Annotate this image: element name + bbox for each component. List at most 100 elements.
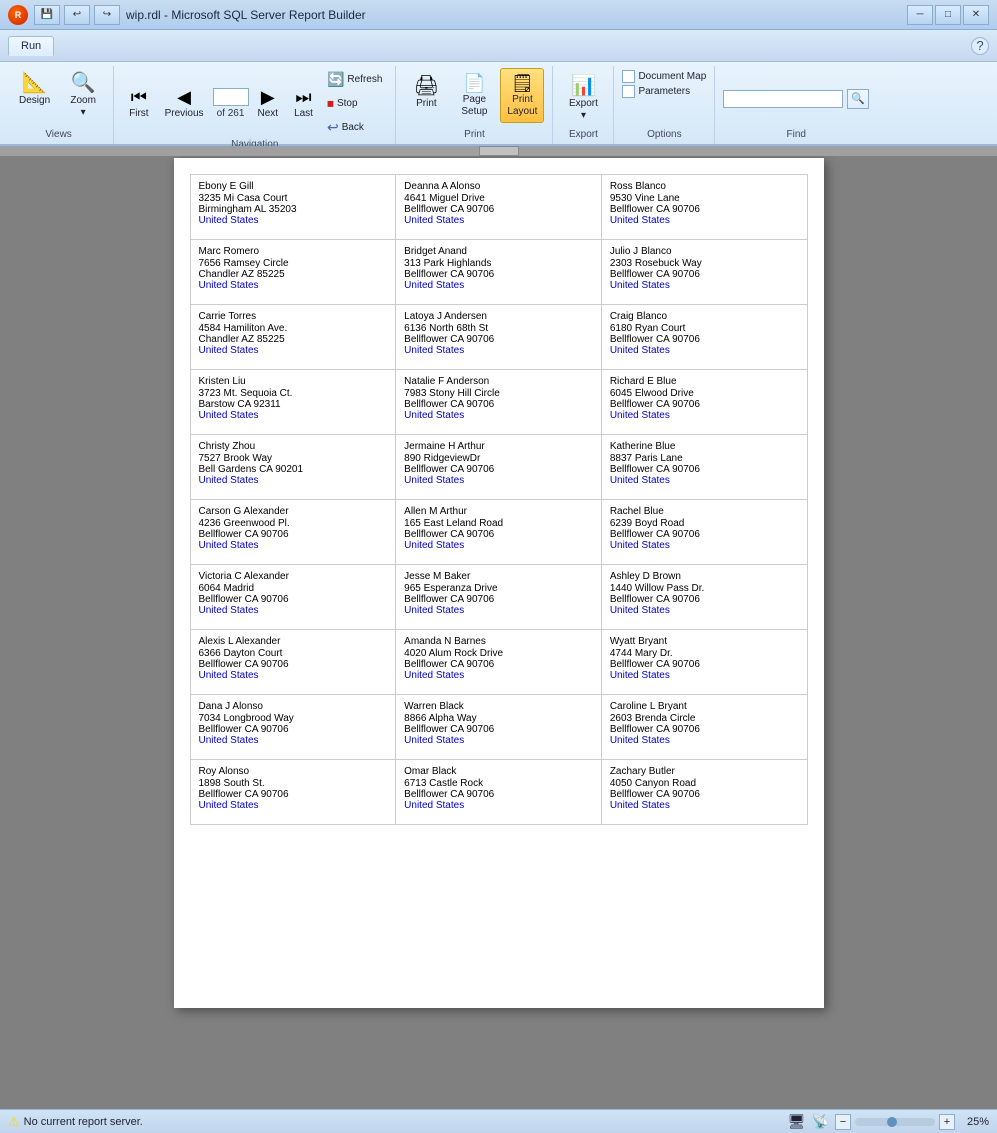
print-label: Print: [416, 98, 437, 110]
address-country: United States: [199, 800, 388, 811]
parameters-checkbox[interactable]: Parameters: [622, 85, 706, 98]
address-country: United States: [199, 280, 388, 291]
window-title: wip.rdl - Microsoft SQL Server Report Bu…: [126, 8, 366, 22]
address-country: United States: [610, 670, 799, 681]
address-cell: Christy Zhou 7527 Brook Way Bell Gardens…: [191, 435, 397, 500]
ribbon-group-export: 📊 Export▾ Export: [553, 66, 614, 144]
print-button[interactable]: 🖨 Print: [404, 68, 448, 115]
address-city-state-zip: Chandler AZ 85225: [199, 334, 388, 345]
document-map-checkbox-box[interactable]: [622, 70, 635, 83]
address-name: Jermaine H Arthur: [404, 441, 593, 452]
status-warning-icon: ⚠: [8, 1114, 20, 1130]
refresh-button[interactable]: 🔄 Refresh: [322, 68, 387, 91]
first-button[interactable]: ⏮ First: [122, 82, 155, 125]
title-bar: R 💾 ↩ ↪ wip.rdl - Microsoft SQL Server R…: [0, 0, 997, 30]
next-icon: ▶: [261, 87, 275, 108]
zoom-track[interactable]: [855, 1118, 935, 1126]
address-name: Christy Zhou: [199, 441, 388, 452]
address-country: United States: [404, 605, 593, 616]
export-button[interactable]: 📊 Export▾: [561, 68, 605, 127]
stop-button[interactable]: ⏹ Stop: [322, 92, 387, 115]
status-message: No current report server.: [24, 1116, 143, 1128]
address-street: 3723 Mt. Sequoia Ct.: [199, 388, 388, 399]
address-city-state-zip: Bellflower CA 90706: [404, 399, 593, 410]
address-country: United States: [199, 540, 388, 551]
print-layout-button[interactable]: 🗒 PrintLayout: [500, 68, 544, 123]
address-name: Victoria C Alexander: [199, 571, 388, 582]
address-cell: Jermaine H Arthur 890 RidgeviewDr Bellfl…: [396, 435, 602, 500]
status-icon-1: 🖥: [788, 1113, 806, 1130]
address-city-state-zip: Birmingham AL 35203: [199, 204, 388, 215]
address-street: 4236 Greenwood Pl.: [199, 518, 388, 529]
address-cell: Roy Alonso 1898 South St. Bellflower CA …: [191, 760, 397, 825]
zoom-out-button[interactable]: −: [835, 1114, 851, 1130]
address-name: Bridget Anand: [404, 246, 593, 257]
design-icon: 📐: [22, 73, 47, 93]
address-city-state-zip: Bell Gardens CA 90201: [199, 464, 388, 475]
help-button[interactable]: ?: [971, 37, 989, 55]
horizontal-scrollbar[interactable]: [479, 146, 519, 156]
next-button[interactable]: ▶ Next: [251, 82, 286, 125]
address-country: United States: [404, 735, 593, 746]
zoom-level: 25%: [959, 1116, 989, 1128]
previous-label: Previous: [165, 108, 204, 120]
address-cell: Katherine Blue 8837 Paris Lane Bellflowe…: [602, 435, 808, 500]
address-city-state-zip: Bellflower CA 90706: [610, 724, 799, 735]
address-cell: Craig Blanco 6180 Ryan Court Bellflower …: [602, 305, 808, 370]
address-street: 8837 Paris Lane: [610, 453, 799, 464]
previous-button[interactable]: ◀ Previous: [158, 82, 211, 125]
run-tab[interactable]: Run: [8, 36, 54, 56]
export-icon: 📊: [571, 73, 596, 98]
document-map-label: Document Map: [638, 71, 706, 82]
address-street: 6064 Madrid: [199, 583, 388, 594]
address-country: United States: [404, 410, 593, 421]
report-document: Ebony E Gill 3235 Mi Casa Court Birmingh…: [174, 158, 824, 1008]
address-cell: Carson G Alexander 4236 Greenwood Pl. Be…: [191, 500, 397, 565]
address-cell: Ashley D Brown 1440 Willow Pass Dr. Bell…: [602, 565, 808, 630]
address-country: United States: [610, 605, 799, 616]
address-city-state-zip: Bellflower CA 90706: [404, 659, 593, 670]
find-button[interactable]: 🔍: [847, 89, 869, 109]
total-pages-label: of 261: [217, 108, 245, 119]
find-input[interactable]: [723, 90, 843, 108]
find-icon: 🔍: [851, 92, 865, 105]
address-name: Roy Alonso: [199, 766, 388, 777]
zoom-in-button[interactable]: +: [939, 1114, 955, 1130]
address-name: Alexis L Alexander: [199, 636, 388, 647]
previous-icon: ◀: [177, 87, 191, 108]
address-country: United States: [199, 605, 388, 616]
restore-button[interactable]: □: [935, 5, 961, 25]
save-icon-toolbar[interactable]: 💾: [34, 5, 60, 25]
address-name: Katherine Blue: [610, 441, 799, 452]
address-street: 7656 Ramsey Circle: [199, 258, 388, 269]
address-city-state-zip: Bellflower CA 90706: [610, 334, 799, 345]
last-button[interactable]: ⏭ Last: [287, 82, 320, 125]
address-country: United States: [199, 735, 388, 746]
refresh-label: Refresh: [347, 74, 382, 85]
redo-icon-toolbar[interactable]: ↪: [94, 5, 120, 25]
address-cell: Latoya J Andersen 6136 North 68th St Bel…: [396, 305, 602, 370]
refresh-icon: 🔄: [327, 71, 344, 88]
back-button[interactable]: ↩ Back: [322, 116, 387, 139]
undo-icon-toolbar[interactable]: ↩: [64, 5, 90, 25]
page-setup-button[interactable]: 📄 PageSetup: [452, 68, 496, 123]
address-cell: Dana J Alonso 7034 Longbrood Way Bellflo…: [191, 695, 397, 760]
address-cell: Natalie F Anderson 7983 Stony Hill Circl…: [396, 370, 602, 435]
address-country: United States: [404, 800, 593, 811]
refresh-stop-back-group: 🔄 Refresh ⏹ Stop ↩ Back: [322, 68, 387, 139]
address-cell: Caroline L Bryant 2603 Brenda Circle Bel…: [602, 695, 808, 760]
design-button[interactable]: 📐 Design: [12, 68, 57, 112]
address-name: Omar Black: [404, 766, 593, 777]
address-name: Marc Romero: [199, 246, 388, 257]
zoom-thumb[interactable]: [887, 1117, 897, 1127]
page-input[interactable]: 1: [213, 88, 249, 106]
address-cell: Kristen Liu 3723 Mt. Sequoia Ct. Barstow…: [191, 370, 397, 435]
zoom-controls: − + 25%: [835, 1114, 989, 1130]
zoom-button[interactable]: 🔍 Zoom▾: [61, 68, 105, 124]
close-button[interactable]: ✕: [963, 5, 989, 25]
minimize-button[interactable]: ─: [907, 5, 933, 25]
document-map-checkbox[interactable]: Document Map: [622, 70, 706, 83]
address-city-state-zip: Bellflower CA 90706: [404, 724, 593, 735]
parameters-checkbox-box[interactable]: [622, 85, 635, 98]
design-label: Design: [19, 95, 50, 107]
